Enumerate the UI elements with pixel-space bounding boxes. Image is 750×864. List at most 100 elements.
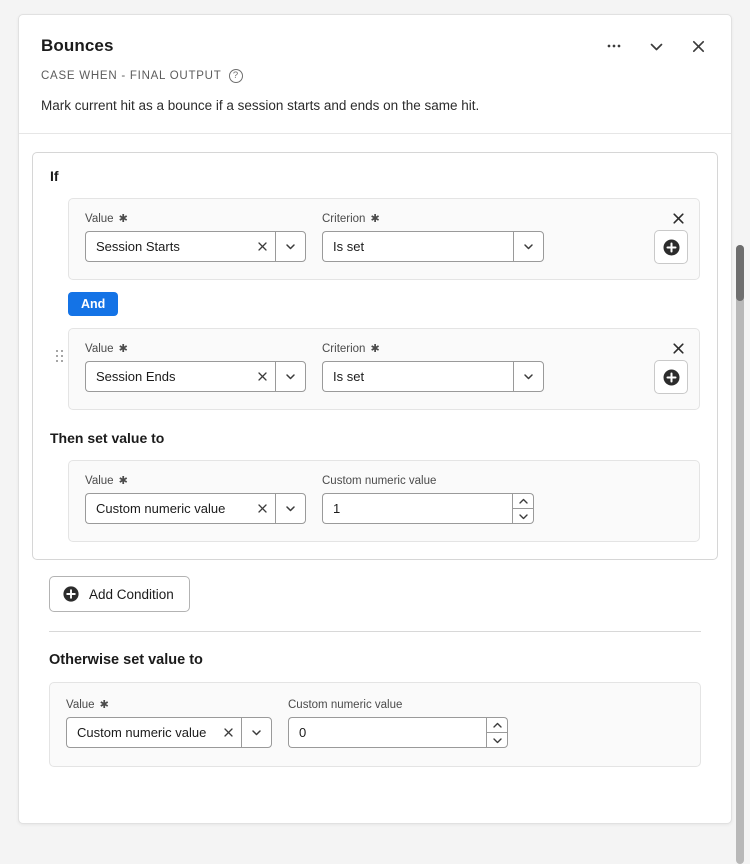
criterion-label-text-2: Criterion <box>322 343 366 356</box>
vertical-scrollbar-thumb[interactable] <box>736 245 744 301</box>
value-combobox-2[interactable]: Session Ends <box>85 361 306 393</box>
then-fields: Value ✱ Custom numeric value Custom nume… <box>85 475 683 525</box>
drag-dots-icon <box>55 350 63 363</box>
condition-fields-1: Value ✱ Session Starts Criterion ✱ Is se… <box>85 213 683 263</box>
rule-panel: If Value ✱ Session Starts Criterion ✱ Is… <box>32 152 718 561</box>
criterion-label-2: Criterion ✱ <box>322 343 544 355</box>
otherwise-value-combobox[interactable]: Custom numeric value <box>66 717 272 749</box>
value-combobox-value-1: Session Starts <box>96 239 180 255</box>
criterion-select-text-2[interactable]: Is set <box>322 361 513 393</box>
otherwise-stepper-increment-icon[interactable] <box>486 717 508 733</box>
then-required-marker: ✱ <box>118 474 128 487</box>
then-numeric-input[interactable]: 1 <box>322 493 512 525</box>
help-icon[interactable]: ? <box>228 69 243 83</box>
drag-handle[interactable] <box>50 328 68 363</box>
otherwise-value-combobox-text[interactable]: Custom numeric value <box>66 717 241 749</box>
value-label-text-2: Value <box>85 343 114 356</box>
then-stepper-decrement-icon[interactable] <box>512 508 534 525</box>
otherwise-stepper-decrement-icon[interactable] <box>486 732 508 749</box>
required-marker-criterion-1: ✱ <box>370 212 380 225</box>
criterion-select-2[interactable]: Is set <box>322 361 544 393</box>
condition-row: Value ✱ Session Ends Criterion ✱ Is set <box>50 328 700 411</box>
otherwise-value-dropdown-chevron-icon[interactable] <box>241 717 272 749</box>
required-marker-1: ✱ <box>118 212 128 225</box>
condition-row: Value ✱ Session Starts Criterion ✱ Is se… <box>50 198 700 281</box>
then-row: Value ✱ Custom numeric value Custom nume… <box>50 460 700 543</box>
subtitle-row: CASE WHEN - FINAL OUTPUT ? <box>41 69 709 83</box>
add-condition-label: Add Condition <box>89 586 174 602</box>
card-description: Mark current hit as a bounce if a sessio… <box>41 98 480 113</box>
otherwise-clear-icon[interactable] <box>221 726 235 740</box>
otherwise-value-label-text: Value <box>66 699 95 712</box>
add-nested-condition-button-2[interactable] <box>654 360 688 395</box>
value-field-group-1: Value ✱ Session Starts <box>85 213 306 263</box>
then-stepper-increment-icon[interactable] <box>512 493 534 509</box>
value-combobox-text-2[interactable]: Session Ends <box>85 361 275 393</box>
remove-condition-button-1[interactable] <box>669 209 687 227</box>
then-numeric-label: Custom numeric value <box>322 475 534 487</box>
value-dropdown-chevron-icon-1[interactable] <box>275 231 306 263</box>
then-value-combobox-text[interactable]: Custom numeric value <box>85 493 275 525</box>
then-value-combobox[interactable]: Custom numeric value <box>85 493 306 525</box>
add-nested-condition-button-1[interactable] <box>654 230 688 265</box>
then-value-combobox-value: Custom numeric value <box>96 501 226 517</box>
condition-fields-2: Value ✱ Session Ends Criterion ✱ Is set <box>85 343 683 393</box>
criterion-label-text-1: Criterion <box>322 213 366 226</box>
then-value-field-group: Value ✱ Custom numeric value <box>85 475 306 525</box>
criterion-field-group-2: Criterion ✱ Is set <box>322 343 544 393</box>
then-stepper-buttons <box>512 493 534 525</box>
value-field-group-2: Value ✱ Session Ends <box>85 343 306 393</box>
then-value-label: Value ✱ <box>85 475 306 487</box>
condition-panel-1: Value ✱ Session Starts Criterion ✱ Is se… <box>68 198 700 281</box>
required-marker-2: ✱ <box>118 342 128 355</box>
plus-circle-icon-1 <box>663 239 679 256</box>
criterion-field-group-1: Criterion ✱ Is set <box>322 213 544 263</box>
required-marker-criterion-2: ✱ <box>370 342 380 355</box>
vertical-scrollbar-track[interactable] <box>736 245 744 864</box>
close-icon[interactable] <box>687 35 709 57</box>
otherwise-value-label: Value ✱ <box>66 699 272 711</box>
plus-circle-icon <box>63 586 79 602</box>
section-divider <box>49 631 701 633</box>
and-operator-badge[interactable]: And <box>68 292 119 317</box>
then-numeric-field-group: Custom numeric value 1 <box>322 475 534 525</box>
value-label-text-1: Value <box>85 213 114 226</box>
header-actions <box>603 35 709 57</box>
value-label-1: Value ✱ <box>85 213 306 225</box>
and-badge-wrap: And <box>68 280 700 328</box>
add-condition-button[interactable]: Add Condition <box>49 576 190 613</box>
then-value-label-text: Value <box>85 475 114 488</box>
otherwise-stepper-buttons <box>486 717 508 749</box>
value-combobox-1[interactable]: Session Starts <box>85 231 306 263</box>
criterion-select-text-1[interactable]: Is set <box>322 231 513 263</box>
plus-circle-icon-2 <box>663 369 679 386</box>
value-combobox-text-1[interactable]: Session Starts <box>85 231 275 263</box>
then-numeric-stepper[interactable]: 1 <box>322 493 534 525</box>
chevron-down-icon[interactable] <box>645 35 667 57</box>
criterion-select-value-2: Is set <box>333 369 365 385</box>
criterion-select-1[interactable]: Is set <box>322 231 544 263</box>
otherwise-value-field-group: Value ✱ Custom numeric value <box>66 699 272 749</box>
then-panel: Value ✱ Custom numeric value Custom nume… <box>68 460 700 543</box>
value-dropdown-chevron-icon-2[interactable] <box>275 361 306 393</box>
otherwise-required-marker: ✱ <box>99 698 109 711</box>
criterion-dropdown-chevron-icon-1[interactable] <box>513 231 544 263</box>
case-when-card: Bounces CASE WHEN - FINAL OUTPUT ? Mark … <box>18 14 732 824</box>
more-horizontal-icon[interactable] <box>603 35 625 57</box>
remove-condition-button-2[interactable] <box>669 339 687 357</box>
clear-icon-2[interactable] <box>255 370 269 384</box>
then-value-dropdown-chevron-icon[interactable] <box>275 493 306 525</box>
otherwise-numeric-label-text: Custom numeric value <box>288 699 403 712</box>
otherwise-heading: Otherwise set value to <box>49 652 203 669</box>
criterion-label-1: Criterion ✱ <box>322 213 544 225</box>
otherwise-numeric-label: Custom numeric value <box>288 699 508 711</box>
otherwise-numeric-stepper[interactable]: 0 <box>288 717 508 749</box>
otherwise-numeric-input[interactable]: 0 <box>288 717 486 749</box>
then-numeric-label-text: Custom numeric value <box>322 475 437 488</box>
value-label-2: Value ✱ <box>85 343 306 355</box>
card-body: If Value ✱ Session Starts Criterion ✱ Is… <box>19 134 731 768</box>
then-clear-icon[interactable] <box>255 502 269 516</box>
criterion-select-value-1: Is set <box>333 239 365 255</box>
criterion-dropdown-chevron-icon-2[interactable] <box>513 361 544 393</box>
clear-icon-1[interactable] <box>255 240 269 254</box>
